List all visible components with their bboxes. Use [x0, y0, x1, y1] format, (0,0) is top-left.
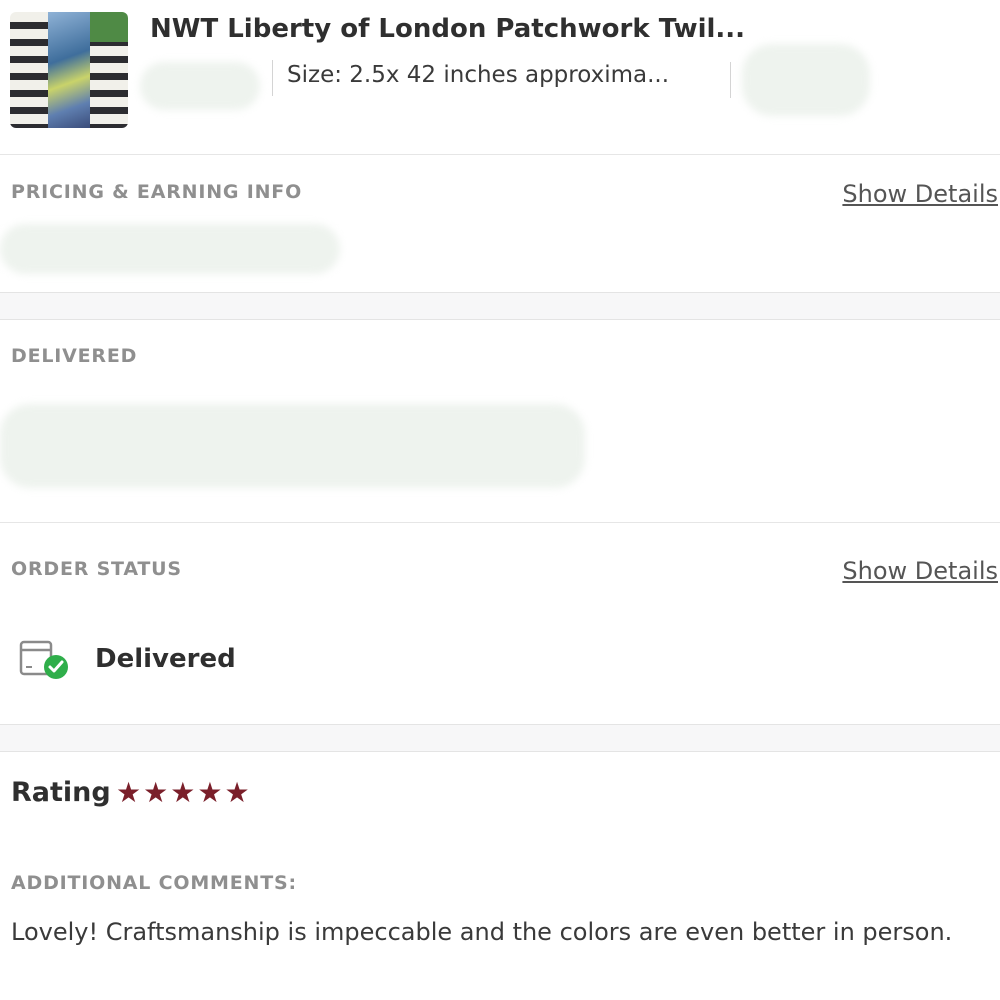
rating-label: Rating [11, 777, 111, 808]
divider-vertical [272, 60, 273, 96]
section-label-pricing: PRICING & EARNING INFO [11, 181, 303, 203]
redacted-area [742, 44, 870, 116]
order-status-show-details-link[interactable]: Show Details [842, 557, 998, 585]
redacted-area [0, 404, 585, 488]
star-icon: ★ [116, 776, 142, 809]
section-separator [0, 292, 1000, 320]
rating-stars: ★ ★ ★ ★ ★ [116, 776, 250, 810]
divider [0, 522, 1000, 523]
comment-text: Lovely! Craftsmanship is impeccable and … [11, 918, 953, 946]
listing-subtitle: Size: 2.5x 42 inches approxima... [287, 62, 670, 88]
divider [0, 154, 1000, 155]
comments-label: ADDITIONAL COMMENTS: [11, 872, 297, 894]
section-label-delivered: DELIVERED [11, 345, 138, 367]
section-separator [0, 724, 1000, 752]
pricing-show-details-link[interactable]: Show Details [842, 180, 998, 208]
star-icon: ★ [224, 776, 250, 809]
listing-thumbnail[interactable] [10, 12, 128, 128]
divider-vertical [730, 62, 731, 98]
package-delivered-icon [18, 634, 74, 684]
section-label-order-status: ORDER STATUS [11, 558, 182, 580]
star-icon: ★ [143, 776, 169, 809]
redacted-area [0, 224, 340, 274]
listing-title[interactable]: NWT Liberty of London Patchwork Twil... [150, 14, 745, 44]
redacted-area [140, 62, 260, 110]
star-icon: ★ [197, 776, 223, 809]
order-status-text: Delivered [95, 644, 236, 674]
star-icon: ★ [170, 776, 196, 809]
thumbnail-scarf [48, 12, 90, 128]
